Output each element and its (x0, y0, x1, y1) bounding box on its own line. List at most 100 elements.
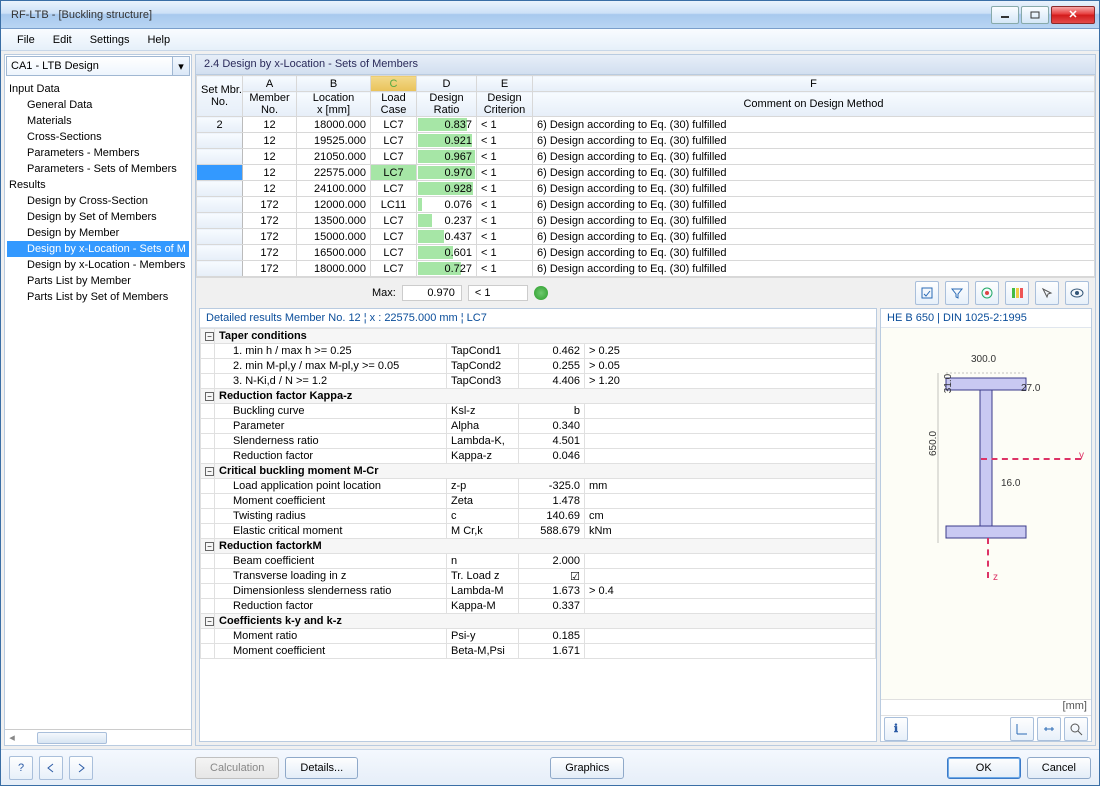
grid-col-letter-f[interactable]: F (533, 76, 1095, 92)
tree-materials[interactable]: Materials (7, 113, 189, 129)
grid-location: 21050.000 (297, 149, 371, 165)
graphics-button[interactable]: Graphics (550, 757, 624, 779)
grid-location: 22575.000 (297, 165, 371, 181)
tree-root-input[interactable]: Input Data (7, 81, 189, 97)
dimension-icon[interactable] (1037, 717, 1061, 741)
color-scale-icon[interactable] (1005, 281, 1029, 305)
grid-ratio: 0.437 (417, 229, 477, 245)
table-row[interactable]: 17213500.000LC70.237< 16) Design accordi… (197, 213, 1095, 229)
tree-des-cross-section[interactable]: Design by Cross-Section (7, 193, 189, 209)
tree-parts-member[interactable]: Parts List by Member (7, 273, 189, 289)
grid-col-letter-a[interactable]: A (243, 76, 297, 92)
close-button[interactable]: ✕ (1051, 6, 1095, 24)
grid-col-letter-e[interactable]: E (477, 76, 533, 92)
navigator-tree[interactable]: Input Data General Data Materials Cross-… (5, 77, 191, 309)
table-row[interactable]: 17218000.000LC70.727< 16) Design accordi… (197, 261, 1095, 277)
grid-header-comment[interactable]: Comment on Design Method (533, 92, 1095, 117)
grid-set-no[interactable] (197, 149, 243, 165)
tree-parts-set[interactable]: Parts List by Set of Members (7, 289, 189, 305)
menu-edit[interactable]: Edit (45, 31, 80, 49)
grid-loadcase: LC11 (371, 197, 417, 213)
grid-criterion: < 1 (477, 245, 533, 261)
grid-header-criterion[interactable]: Design Criterion (477, 92, 533, 117)
ok-button[interactable]: OK (947, 757, 1021, 779)
grid-corner[interactable]: Set Mbr. No. (197, 76, 243, 117)
grid-criterion: < 1 (477, 149, 533, 165)
grid-member-no: 12 (243, 181, 297, 197)
grid-criterion: < 1 (477, 181, 533, 197)
info-icon[interactable]: ℹ (884, 717, 908, 741)
next-table-icon[interactable] (69, 756, 93, 780)
sidebar-scrollbar[interactable]: ◂ (5, 729, 191, 745)
results-grid[interactable]: Set Mbr. No. A B C D E F Member No. Loca… (196, 75, 1095, 277)
tree-parameters-members[interactable]: Parameters - Members (7, 145, 189, 161)
table-row[interactable]: 17215000.000LC70.437< 16) Design accordi… (197, 229, 1095, 245)
table-row[interactable]: 1222575.000LC70.970< 16) Design accordin… (197, 165, 1095, 181)
pick-icon[interactable] (1035, 281, 1059, 305)
grid-set-no[interactable] (197, 245, 243, 261)
table-row[interactable]: 1219525.000LC70.921< 16) Design accordin… (197, 133, 1095, 149)
grid-set-no[interactable] (197, 181, 243, 197)
tree-general-data[interactable]: General Data (7, 97, 189, 113)
prev-table-icon[interactable] (39, 756, 63, 780)
grid-member-no: 172 (243, 197, 297, 213)
table-row[interactable]: 17216500.000LC70.601< 16) Design accordi… (197, 245, 1095, 261)
grid-header-member[interactable]: Member No. (243, 92, 297, 117)
grid-set-no[interactable] (197, 229, 243, 245)
zoom-icon[interactable] (1064, 717, 1088, 741)
grid-col-letter-d[interactable]: D (417, 76, 477, 92)
tree-des-member[interactable]: Design by Member (7, 225, 189, 241)
tree-parameters-sets[interactable]: Parameters - Sets of Members (7, 161, 189, 177)
cs-unit: [mm] (881, 699, 1091, 715)
grid-col-letter-b[interactable]: B (297, 76, 371, 92)
menu-help[interactable]: Help (139, 31, 178, 49)
cancel-button[interactable]: Cancel (1027, 757, 1091, 779)
grid-set-no[interactable] (197, 213, 243, 229)
grid-criterion: < 1 (477, 197, 533, 213)
grid-header-loadcase[interactable]: Load Case (371, 92, 417, 117)
tree-des-set-members[interactable]: Design by Set of Members (7, 209, 189, 225)
details-button[interactable]: Details... (285, 757, 358, 779)
window-title: RF-LTB - [Buckling structure] (5, 9, 991, 21)
menu-settings[interactable]: Settings (82, 31, 138, 49)
help-button[interactable]: ? (9, 756, 33, 780)
menu-bar: File Edit Settings Help (1, 29, 1099, 51)
grid-set-no[interactable] (197, 261, 243, 277)
grid-set-no[interactable]: 2 (197, 117, 243, 133)
grid-location: 24100.000 (297, 181, 371, 197)
tree-root-results[interactable]: Results (7, 177, 189, 193)
grid-member-no: 172 (243, 261, 297, 277)
tree-des-xloc-sets[interactable]: Design by x-Location - Sets of M (7, 241, 189, 257)
case-combobox[interactable]: CA1 - LTB Design ▾ (6, 56, 190, 76)
menu-file[interactable]: File (9, 31, 43, 49)
grid-col-letter-c[interactable]: C (371, 76, 417, 92)
filter-icon[interactable] (945, 281, 969, 305)
view-result-icon[interactable] (975, 281, 999, 305)
grid-loadcase: LC7 (371, 117, 417, 133)
grid-member-no: 172 (243, 245, 297, 261)
tree-cross-sections[interactable]: Cross-Sections (7, 129, 189, 145)
grid-location: 18000.000 (297, 261, 371, 277)
table-row[interactable]: 17212000.000LC110.076< 16) Design accord… (197, 197, 1095, 213)
calculation-button[interactable]: Calculation (195, 757, 279, 779)
grid-location: 12000.000 (297, 197, 371, 213)
grid-set-no[interactable] (197, 165, 243, 181)
eye-icon[interactable] (1065, 281, 1089, 305)
minimize-button[interactable] (991, 6, 1019, 24)
max-row: Max: 0.970 < 1 (196, 277, 1095, 308)
table-row[interactable]: 1221050.000LC70.967< 16) Design accordin… (197, 149, 1095, 165)
grid-set-no[interactable] (197, 197, 243, 213)
tree-des-xloc-members[interactable]: Design by x-Location - Members (7, 257, 189, 273)
details-table[interactable]: −Taper conditions1. min h / max h >= 0.2… (200, 328, 876, 659)
grid-header-location[interactable]: Location x [mm] (297, 92, 371, 117)
grid-header-ratio[interactable]: Design Ratio (417, 92, 477, 117)
maximize-button[interactable] (1021, 6, 1049, 24)
cs-dim-r: 27.0 (1021, 383, 1040, 394)
table-row[interactable]: 1224100.000LC70.928< 16) Design accordin… (197, 181, 1095, 197)
table-row[interactable]: 21218000.000LC70.837< 16) Design accordi… (197, 117, 1095, 133)
chevron-down-icon[interactable]: ▾ (172, 57, 189, 75)
grid-set-no[interactable] (197, 133, 243, 149)
grid-comment: 6) Design according to Eq. (30) fulfille… (533, 229, 1095, 245)
sort-icon[interactable] (915, 281, 939, 305)
axis-toggle-icon[interactable] (1010, 717, 1034, 741)
